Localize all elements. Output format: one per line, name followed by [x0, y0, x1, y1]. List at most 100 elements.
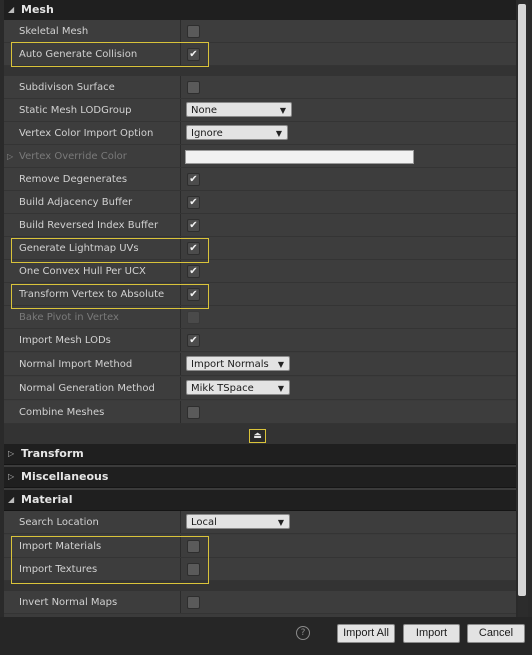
- dropdown-value: Import Normals: [191, 359, 269, 370]
- import-materials-checkbox[interactable]: [187, 540, 200, 553]
- row-label: Build Reversed Index Buffer: [19, 220, 159, 231]
- column-divider: [180, 122, 181, 144]
- generate-lightmap-uvs-checkbox[interactable]: ✔: [187, 242, 200, 255]
- collapse-arrow-icon: ◢: [8, 5, 15, 14]
- row-label: Invert Normal Maps: [19, 597, 118, 608]
- column-divider: [180, 401, 181, 423]
- row-label: Skeletal Mesh: [19, 26, 89, 37]
- row-invert-normal-maps: Invert Normal Maps: [4, 591, 516, 614]
- row-static-mesh-lodgroup: Static Mesh LODGroup None ▼: [4, 99, 516, 122]
- column-divider: [180, 43, 181, 65]
- column-divider: [180, 76, 181, 98]
- transform-vertex-to-absolute-checkbox[interactable]: ✔: [187, 288, 200, 301]
- help-icon[interactable]: ?: [296, 626, 310, 640]
- row-label: Normal Import Method: [19, 359, 133, 370]
- section-header-mesh[interactable]: ◢ Mesh: [4, 0, 516, 21]
- column-divider: [180, 306, 181, 328]
- column-divider: [180, 145, 181, 167]
- remove-degenerates-checkbox[interactable]: ✔: [187, 173, 200, 186]
- row-label: Import Textures: [19, 564, 98, 575]
- import-mesh-lods-checkbox[interactable]: ✔: [187, 334, 200, 347]
- row-label: Search Location: [19, 517, 99, 528]
- row-search-location: Search Location Local ▼: [4, 511, 516, 534]
- row-label: Auto Generate Collision: [19, 49, 138, 60]
- scrollbar-thumb[interactable]: [518, 4, 526, 596]
- expand-arrow-icon: ▷: [8, 472, 15, 481]
- row-label: Build Adjacency Buffer: [19, 197, 133, 208]
- column-divider: [180, 558, 181, 580]
- column-divider: [180, 377, 181, 399]
- cancel-button[interactable]: Cancel: [467, 624, 525, 643]
- bake-pivot-in-vertex-checkbox: [187, 311, 200, 324]
- column-divider: [180, 535, 181, 557]
- column-divider: [180, 260, 181, 282]
- auto-generate-collision-checkbox[interactable]: ✔: [187, 48, 200, 61]
- row-import-mesh-lods: Import Mesh LODs ✔: [4, 329, 516, 352]
- search-location-dropdown[interactable]: Local ▼: [186, 514, 290, 529]
- section-header-material[interactable]: ◢ Material: [4, 490, 516, 511]
- column-divider: [180, 283, 181, 305]
- chevron-down-icon: ▼: [275, 129, 282, 138]
- row-bake-pivot-in-vertex: Bake Pivot in Vertex: [4, 306, 516, 329]
- vertex-override-color-swatch[interactable]: [185, 150, 414, 164]
- expand-arrow-icon[interactable]: ▷: [7, 145, 13, 168]
- row-label: One Convex Hull Per UCX: [19, 266, 146, 277]
- row-skeletal-mesh: Skeletal Mesh: [4, 20, 516, 43]
- one-convex-hull-per-ucx-checkbox[interactable]: ✔: [187, 265, 200, 278]
- build-reversed-index-buffer-checkbox[interactable]: ✔: [187, 219, 200, 232]
- chevron-down-icon: ▼: [279, 106, 286, 115]
- row-transform-vertex-to-absolute: Transform Vertex to Absolute ✔: [4, 283, 516, 306]
- section-header-miscellaneous[interactable]: ▷ Miscellaneous: [4, 467, 516, 488]
- row-label: Import Mesh LODs: [19, 335, 111, 346]
- row-vertex-color-import-option: Vertex Color Import Option Ignore ▼: [4, 122, 516, 145]
- column-divider: [180, 237, 181, 259]
- invert-normal-maps-checkbox[interactable]: [187, 596, 200, 609]
- row-label: Bake Pivot in Vertex: [19, 312, 119, 323]
- section-header-transform[interactable]: ▷ Transform: [4, 444, 516, 465]
- column-divider: [180, 99, 181, 121]
- row-label: Vertex Override Color: [19, 151, 127, 162]
- column-divider: [180, 168, 181, 190]
- column-divider: [180, 214, 181, 236]
- row-one-convex-hull-per-ucx: One Convex Hull Per UCX ✔: [4, 260, 516, 283]
- chevron-down-icon: ▼: [277, 384, 284, 393]
- row-label: Normal Generation Method: [19, 383, 155, 394]
- section-title: Material: [21, 493, 73, 506]
- subdivison-surface-checkbox[interactable]: [187, 81, 200, 94]
- row-generate-lightmap-uvs: Generate Lightmap UVs ✔: [4, 237, 516, 260]
- row-label: Generate Lightmap UVs: [19, 243, 139, 254]
- normal-generation-method-dropdown[interactable]: Mikk TSpace ▼: [186, 380, 290, 395]
- column-divider: [180, 20, 181, 42]
- import-button[interactable]: Import: [403, 624, 460, 643]
- dropdown-value: Ignore: [191, 128, 223, 139]
- combine-meshes-checkbox[interactable]: [187, 406, 200, 419]
- collapse-advanced-button[interactable]: ⏏: [249, 429, 266, 443]
- row-remove-degenerates: Remove Degenerates ✔: [4, 168, 516, 191]
- row-normal-generation-method: Normal Generation Method Mikk TSpace ▼: [4, 377, 516, 400]
- section-title: Miscellaneous: [21, 470, 109, 483]
- build-adjacency-buffer-checkbox[interactable]: ✔: [187, 196, 200, 209]
- dropdown-value: Mikk TSpace: [191, 383, 254, 394]
- row-label: Combine Meshes: [19, 407, 105, 418]
- row-label: Transform Vertex to Absolute: [19, 289, 165, 300]
- normal-import-method-dropdown[interactable]: Import Normals ▼: [186, 356, 290, 371]
- row-label: Static Mesh LODGroup: [19, 105, 132, 116]
- chevron-down-icon: ▼: [277, 518, 284, 527]
- dropdown-value: Local: [191, 517, 217, 528]
- column-divider: [180, 329, 181, 351]
- chevron-down-icon: ▼: [277, 360, 284, 369]
- import-textures-checkbox[interactable]: [187, 563, 200, 576]
- row-build-adjacency-buffer: Build Adjacency Buffer ✔: [4, 191, 516, 214]
- static-mesh-lodgroup-dropdown[interactable]: None ▼: [186, 102, 292, 117]
- dropdown-value: None: [191, 105, 218, 116]
- section-title: Mesh: [21, 3, 54, 16]
- row-vertex-override-color: ▷ Vertex Override Color: [4, 145, 516, 168]
- vertex-color-import-option-dropdown[interactable]: Ignore ▼: [186, 125, 288, 140]
- row-import-materials: Import Materials: [4, 535, 516, 558]
- row-import-textures: Import Textures: [4, 558, 516, 581]
- column-divider: [180, 591, 181, 613]
- row-subdivison-surface: Subdivison Surface: [4, 76, 516, 99]
- skeletal-mesh-checkbox[interactable]: [187, 25, 200, 38]
- row-auto-generate-collision: Auto Generate Collision ✔: [4, 43, 516, 66]
- import-all-button[interactable]: Import All: [337, 624, 395, 643]
